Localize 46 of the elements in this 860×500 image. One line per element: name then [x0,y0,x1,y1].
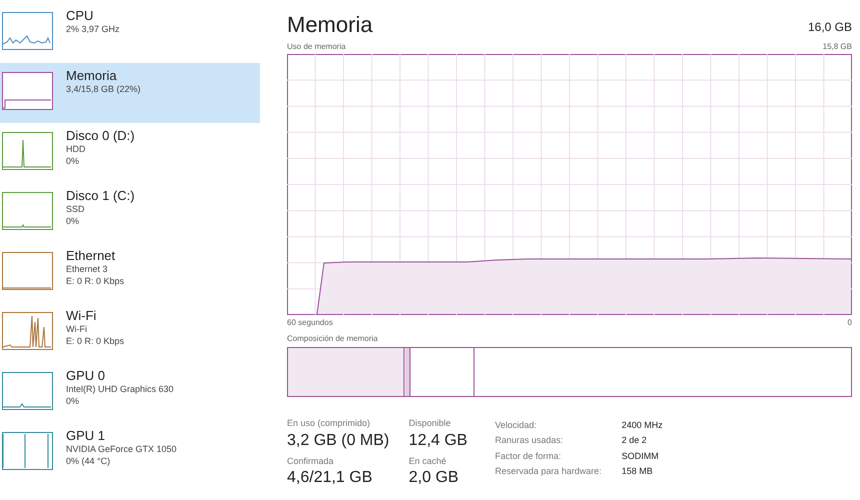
item-detail: E: 0 R: 0 Kbps [66,275,124,287]
item-title: Memoria [66,68,118,83]
item-detail: SSD [66,203,86,215]
item-detail: 0% (44 °C) [66,455,112,467]
detail-label: Ranuras usadas: [495,434,564,448]
sidebar-item[interactable]: Memoria 3,4/15,8 GB (22%) [0,63,260,123]
item-detail: 3,4/15,8 GB (22%) [66,83,141,95]
item-title: GPU 0 [66,368,106,383]
detail-value: 2400 MHz [622,419,663,432]
graph-label: Uso de memoria [287,41,346,53]
detail-label: Velocidad: [495,419,538,432]
item-title: Disco 0 (D:) [66,128,135,143]
item-title: Disco 1 (C:) [66,188,135,203]
page-title: Memoria [287,12,373,38]
stat-label: En caché [408,454,448,468]
item-detail: E: 0 R: 0 Kbps [66,335,124,347]
stat-value: 4,6/21,1 GB [287,468,374,488]
item-detail: 0% [66,215,80,227]
stat-value: 2,0 GB [408,468,460,488]
stat-label: Confirmada [287,454,335,468]
time-axis-end: 0 [848,317,852,329]
item-detail: HDD [66,143,86,155]
total-memory: 16,0 GB [808,19,852,36]
item-title: GPU 1 [66,428,106,443]
stat-value: 12,4 GB [408,430,468,450]
detail-label: Reservada para hardware: [495,464,602,478]
item-detail: Ethernet 3 [66,263,109,275]
graph-max: 15,8 GB [822,41,852,53]
detail-value: 2 de 2 [622,434,648,448]
item-detail: Wi-Fi [66,323,88,335]
detail-label: Factor de forma: [495,450,562,462]
item-title: Ethernet [66,248,116,263]
composition-label: Composición de memoria [287,333,379,345]
item-detail: Intel(R) UHD Graphics 630 [66,383,174,395]
item-title: Wi-Fi [66,308,98,323]
time-axis-label: 60 segundos [287,317,333,329]
item-detail: 2% 3,97 GHz [66,23,120,35]
stat-label: Disponible [408,417,452,430]
item-detail: 0% [66,395,80,407]
item-detail: 0% [66,155,80,167]
item-detail: NVIDIA GeForce GTX 1050 [66,443,177,455]
detail-value: 158 MB [622,464,654,478]
item-title: CPU [66,8,94,23]
detail-value: SODIMM [622,450,660,462]
stat-label: En uso (comprimido) [287,417,372,430]
stat-value: 3,2 GB (0 MB) [287,430,390,450]
